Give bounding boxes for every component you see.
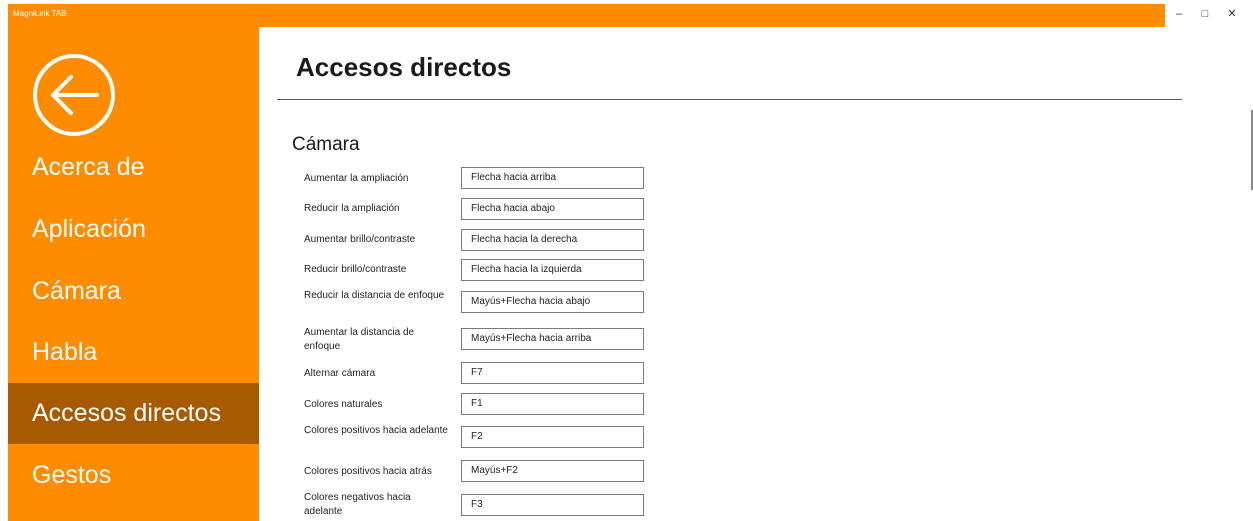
shortcut-field[interactable]: F1 bbox=[461, 393, 644, 415]
shortcut-label: Colores naturales bbox=[304, 399, 383, 410]
back-button[interactable] bbox=[33, 54, 115, 136]
maximize-button[interactable]: □ bbox=[1194, 6, 1216, 22]
shortcut-label: Colores positivos hacia atrás bbox=[304, 466, 432, 477]
title-divider bbox=[277, 99, 1182, 100]
shortcut-field[interactable]: Mayús+Flecha hacia abajo bbox=[461, 291, 644, 313]
shortcut-label: Colores negativos hacia adelante bbox=[304, 492, 411, 517]
sidebar-item-gestos[interactable]: Gestos bbox=[8, 445, 259, 506]
close-button[interactable]: ✕ bbox=[1221, 6, 1243, 22]
sidebar-item-acerca-de[interactable]: Acerca de bbox=[8, 137, 259, 198]
shortcut-field[interactable]: Flecha hacia arriba bbox=[461, 167, 644, 189]
sidebar-item-accesos-directos[interactable]: Accesos directos bbox=[8, 383, 259, 444]
shortcut-label: Aumentar brillo/contraste bbox=[304, 234, 416, 245]
section-title: Cámara bbox=[292, 134, 360, 155]
shortcut-label: Reducir la distancia de enfoque bbox=[304, 290, 445, 301]
shortcut-label: Aumentar la distancia de enfoque bbox=[304, 327, 415, 352]
shortcut-field[interactable]: F7 bbox=[461, 362, 644, 384]
shortcut-label: Reducir la ampliación bbox=[304, 203, 400, 214]
page-title: Accesos directos bbox=[296, 52, 512, 82]
sidebar-item-camara[interactable]: Cámara bbox=[8, 261, 259, 322]
title-bar: MagniLink TAB bbox=[8, 4, 1165, 27]
shortcut-field[interactable]: F3 bbox=[461, 494, 644, 516]
shortcut-field[interactable]: Mayús+F2 bbox=[461, 460, 644, 482]
sidebar: Acerca de Aplicación Cámara Habla Acceso… bbox=[8, 27, 259, 521]
back-arrow-icon bbox=[51, 75, 99, 115]
shortcut-field[interactable]: Flecha hacia abajo bbox=[461, 198, 644, 220]
shortcut-label: Alternar cámara bbox=[304, 368, 376, 379]
shortcut-field[interactable]: Mayús+Flecha hacia arriba bbox=[461, 328, 644, 350]
shortcut-label: Aumentar la ampliación bbox=[304, 173, 409, 184]
sidebar-item-aplicacion[interactable]: Aplicación bbox=[8, 199, 259, 260]
shortcut-label: Reducir brillo/contraste bbox=[304, 264, 407, 275]
shortcut-field[interactable]: F2 bbox=[461, 426, 644, 448]
window-title: MagniLink TAB bbox=[13, 9, 67, 18]
sidebar-item-habla[interactable]: Habla bbox=[8, 322, 259, 383]
shortcut-field[interactable]: Flecha hacia la izquierda bbox=[461, 259, 644, 281]
shortcut-field[interactable]: Flecha hacia la derecha bbox=[461, 229, 644, 251]
minimize-button[interactable]: – bbox=[1168, 6, 1190, 22]
shortcut-label: Colores positivos hacia adelante bbox=[304, 425, 448, 436]
